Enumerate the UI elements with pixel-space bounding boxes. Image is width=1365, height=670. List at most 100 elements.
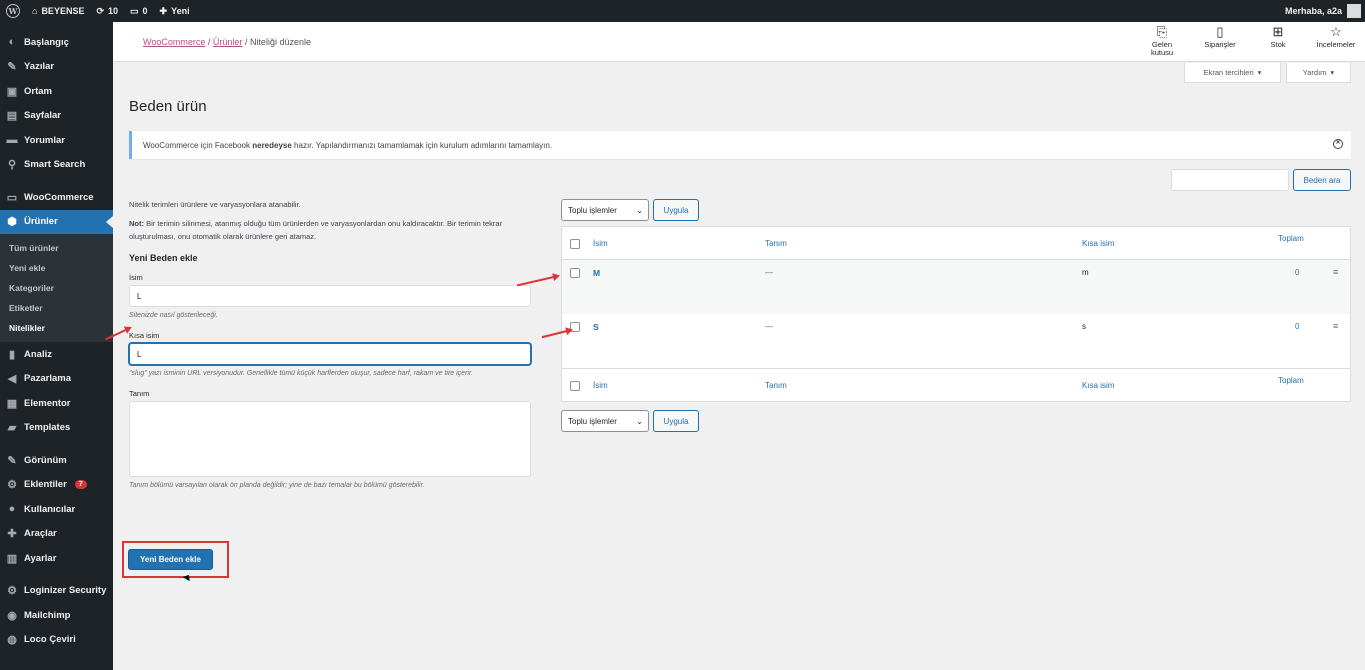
tools-icon: ✚ — [7, 528, 17, 541]
sidebar-item-başlangıç[interactable]: ◐ Başlangıç — [0, 30, 113, 55]
sidebar-item-araçlar[interactable]: ✚ Araçlar — [0, 522, 113, 547]
screen-options-label: Ekran tercihleri — [1203, 68, 1254, 77]
avatar — [1347, 4, 1361, 18]
column-header-count[interactable]: Toplam — [1278, 376, 1304, 385]
brush-icon: ✎ — [7, 454, 17, 467]
sidebar-item-loginizer-security[interactable]: ⚙ Loginizer Security — [0, 579, 113, 604]
sidebar-item-label: WooCommerce — [24, 191, 94, 203]
sidebar-item-ortam[interactable]: ▣ Ortam — [0, 79, 113, 104]
sidebar-item-woocommerce[interactable]: ▭ WooCommerce — [0, 185, 113, 210]
sidebar-item-elementor[interactable]: ▦ Elementor — [0, 391, 113, 416]
description-label: Tanım — [129, 389, 150, 398]
sidebar-item-sayfalar[interactable]: ▤ Sayfalar — [0, 104, 113, 129]
sidebar-item-label: Kullanıcılar — [24, 503, 76, 515]
megaphone-icon: ◀ — [7, 373, 17, 386]
submenu-item[interactable]: Etiketler — [0, 298, 113, 318]
search-button[interactable]: Beden ara — [1293, 169, 1351, 191]
breadcrumb-current: Niteliği düzenle — [249, 37, 311, 47]
activity-tool-stock[interactable]: ⊞ Stok — [1249, 24, 1307, 57]
column-header-desc[interactable]: Tanım — [765, 381, 787, 390]
chevron-down-icon: ⌄ — [636, 416, 643, 426]
sidebar-item-loco-çeviri[interactable]: ◍ Loco Çeviri — [0, 628, 113, 653]
site-name-link[interactable]: ⌂ BEYENSE — [26, 0, 90, 22]
row-checkbox[interactable] — [570, 268, 580, 278]
page-title: Beden ürün — [129, 98, 207, 115]
drag-handle-icon[interactable]: ≡ — [1333, 267, 1338, 277]
term-search-input[interactable] — [1171, 169, 1289, 191]
submit-highlight-box: Yeni Beden ekle — [122, 541, 229, 578]
help-button[interactable]: Yardım ▾ — [1286, 63, 1351, 83]
column-header-slug[interactable]: Kısa isim — [1082, 381, 1114, 390]
sidebar-item-label: Sayfalar — [24, 110, 61, 122]
term-name-link[interactable]: M — [593, 268, 600, 278]
updates-link[interactable]: ⟳ 10 — [90, 0, 124, 22]
select-all-checkbox[interactable] — [570, 239, 580, 249]
chevron-down-icon: ⌄ — [636, 205, 643, 215]
submenu-item[interactable]: Kategoriler — [0, 278, 113, 298]
sidebar-item-smart-search[interactable]: ⚲ Smart Search — [0, 153, 113, 178]
terms-table: İsim Tanım Kısa isim Toplam M — m 0 ≡ S — s 0 ≡ İsim Ta… — [561, 226, 1351, 402]
submenu-item[interactable]: Nitelikler — [0, 318, 113, 338]
table-row: S — s 0 ≡ — [562, 314, 1350, 368]
sidebar-item-label: Görünüm — [24, 454, 67, 466]
sidebar-item-yazılar[interactable]: ✎ Yazılar — [0, 55, 113, 80]
description-textarea[interactable] — [129, 401, 531, 477]
updates-icon: ⟳ — [96, 5, 104, 16]
users-icon: ● — [8, 503, 16, 516]
apply-button[interactable]: Uygula — [653, 410, 699, 432]
submenu-item[interactable]: Yeni ekle — [0, 258, 113, 278]
sidebar-item-analiz[interactable]: ▮ Analiz — [0, 342, 113, 367]
select-all-checkbox[interactable] — [570, 381, 580, 391]
name-input[interactable]: L — [129, 285, 531, 307]
column-header-name[interactable]: İsim — [593, 239, 608, 248]
activity-tool-label: Gelen kutusu — [1150, 40, 1174, 57]
comments-link[interactable]: ▭ 0 — [124, 0, 154, 22]
column-header-slug[interactable]: Kısa isim — [1082, 239, 1114, 248]
term-name-link[interactable]: S — [593, 322, 599, 332]
sidebar-item-görünüm[interactable]: ✎ Görünüm — [0, 448, 113, 473]
description-help: Tanım bölümü varsayılan olarak ön planda… — [129, 482, 425, 489]
column-header-name[interactable]: İsim — [593, 381, 608, 390]
sidebar-item-label: Ortam — [24, 85, 52, 97]
orders-icon: ▯ — [1216, 24, 1224, 39]
activity-tool-label: Siparişler — [1204, 40, 1236, 49]
breadcrumb-products[interactable]: Ürünler — [213, 37, 243, 47]
new-content-link[interactable]: ✚ Yeni — [154, 0, 196, 22]
term-count-link[interactable]: 0 — [1295, 322, 1299, 331]
activity-panel: ⎘ Gelen kutusu ▯ Siparişler ⊞ Stok ☆ İncelemele… — [1133, 24, 1365, 57]
bulk-action-select[interactable]: Toplu işlemler ⌄ — [561, 410, 649, 432]
media-icon: ▣ — [6, 85, 18, 98]
slug-input[interactable]: L — [129, 343, 531, 365]
sidebar-item-mailchimp[interactable]: ◉ Mailchimp — [0, 603, 113, 628]
form-heading: Yeni Beden ekle — [129, 253, 198, 263]
wp-logo-menu[interactable]: W — [0, 0, 26, 22]
apply-button[interactable]: Uygula — [653, 199, 699, 221]
dismiss-icon[interactable]: ✕ — [1333, 139, 1343, 149]
breadcrumb-woocommerce[interactable]: WooCommerce — [143, 37, 205, 47]
activity-tool-orders[interactable]: ▯ Siparişler — [1191, 24, 1249, 57]
activity-tool-inbox[interactable]: ⎘ Gelen kutusu — [1133, 24, 1191, 57]
screen-options-button[interactable]: Ekran tercihleri ▾ — [1184, 63, 1281, 83]
bulk-action-select[interactable]: Toplu işlemler ⌄ — [561, 199, 649, 221]
sidebar-item-kullanıcılar[interactable]: ● Kullanıcılar — [0, 497, 113, 522]
term-count-link[interactable]: 0 — [1295, 268, 1299, 277]
column-header-desc[interactable]: Tanım — [765, 239, 787, 248]
sidebar-item-templates[interactable]: ▰ Templates — [0, 416, 113, 441]
sidebar-item-ürünler[interactable]: ⬢ Ürünler — [0, 209, 113, 234]
form-intro: Nitelik terimleri ürünlere ve varyasyonl… — [129, 200, 301, 209]
sidebar-item-eklentiler[interactable]: ⚙ Eklentiler 7 — [0, 473, 113, 498]
table-footer-row: İsim Tanım Kısa isim Toplam — [562, 368, 1350, 401]
my-account-link[interactable]: Merhaba, a2a — [1285, 4, 1365, 18]
greeting: Merhaba, a2a — [1284, 6, 1342, 16]
slug-label: Kısa isim — [129, 331, 160, 340]
add-new-term-button[interactable]: Yeni Beden ekle — [128, 549, 213, 570]
submenu-item[interactable]: Tüm ürünler — [0, 238, 113, 258]
sidebar-item-pazarlama[interactable]: ◀ Pazarlama — [0, 367, 113, 392]
sidebar-item-ayarlar[interactable]: ▥ Ayarlar — [0, 546, 113, 571]
main-content: WooCommerce / Ürünler / Niteliği düzenle… — [105, 22, 1365, 670]
sidebar-item-yorumlar[interactable]: ▬ Yorumlar — [0, 128, 113, 153]
activity-tool-star[interactable]: ☆ İncelemeler — [1307, 24, 1365, 57]
column-header-count[interactable]: Toplam — [1278, 234, 1304, 243]
gear-icon: ⚙ — [7, 585, 17, 598]
drag-handle-icon[interactable]: ≡ — [1333, 321, 1338, 331]
